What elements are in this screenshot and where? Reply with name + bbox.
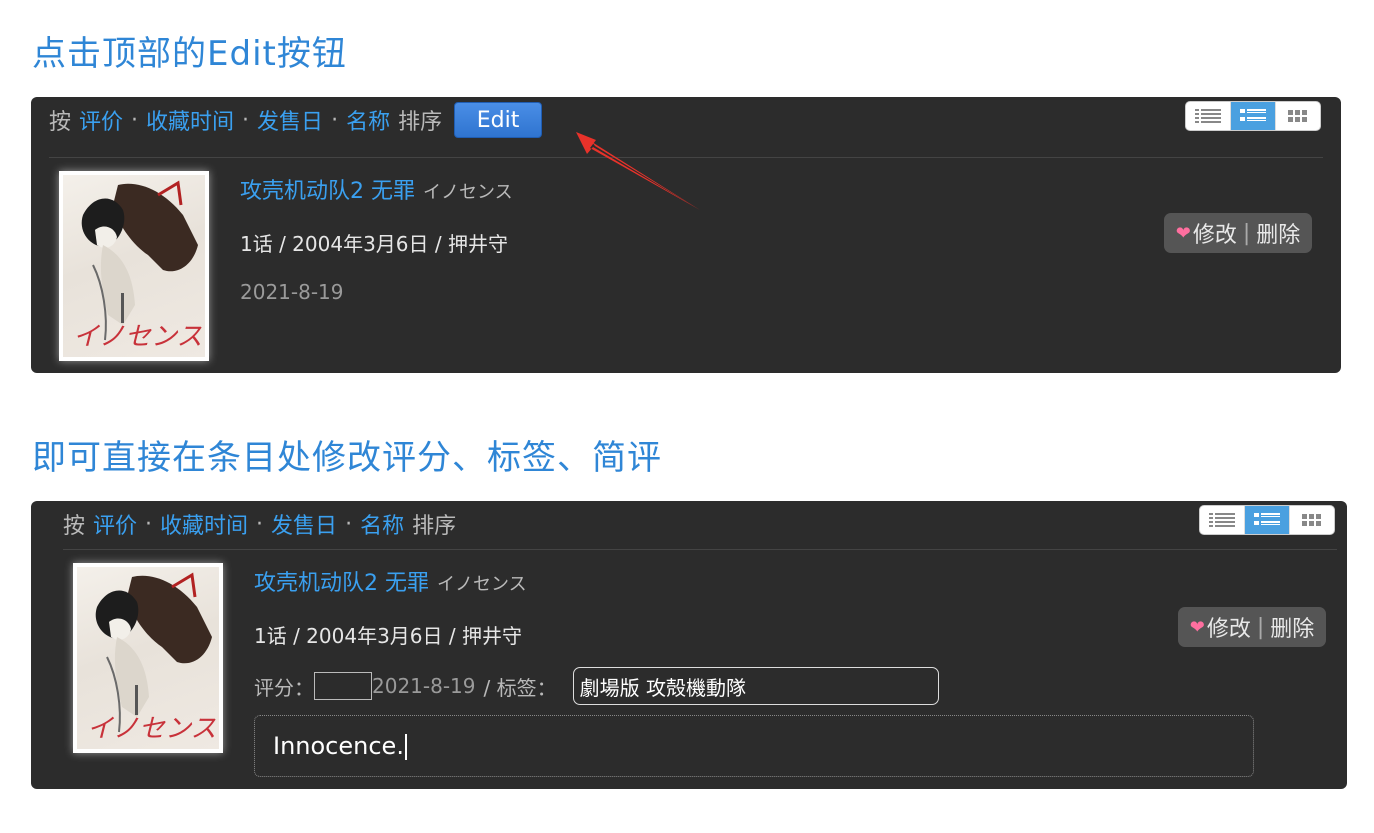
item-collect-date: 2021-8-19 — [372, 674, 476, 698]
delete-item-link[interactable]: 删除 — [1270, 611, 1314, 643]
comment-text: Innocence. — [273, 732, 404, 760]
cover-image[interactable]: イノセンス — [73, 563, 223, 753]
delete-item-link[interactable]: 删除 — [1256, 217, 1300, 249]
sort-by-collect-time[interactable]: 收藏时间 — [146, 104, 234, 136]
tags-input[interactable]: 劇場版 攻殻機動隊 — [572, 667, 939, 705]
edit-item-link[interactable]: 修改 — [1207, 611, 1251, 643]
edit-item-link[interactable]: 修改 — [1193, 217, 1237, 249]
sort-by-rating[interactable]: 评价 — [93, 508, 137, 540]
detail-list-icon — [1240, 109, 1266, 121]
grid-view-button[interactable] — [1290, 506, 1334, 534]
sort-separator: · — [256, 511, 264, 537]
sort-by-name[interactable]: 名称 — [360, 508, 404, 540]
annotation-arrow — [576, 132, 700, 210]
sort-separator: · — [331, 107, 339, 133]
cover-illustration: イノセンス — [73, 180, 202, 352]
item-actions: ❤ 修改 | 删除 — [1178, 607, 1326, 647]
edit-row: 评分： 2021-8-19 / 标签： 劇場版 攻殻機動隊 — [254, 667, 939, 705]
text-caret — [404, 734, 407, 760]
sort-separator: · — [145, 511, 153, 537]
sort-prefix: 按 — [49, 110, 72, 135]
heading-step-one: 点击顶部的Edit按钮 — [32, 34, 347, 74]
list-icon — [1209, 513, 1235, 527]
cover-art: イノセンス — [63, 175, 205, 357]
item-title-link[interactable]: 攻壳机动队2 无罪 — [254, 571, 429, 596]
heart-icon: ❤ — [1189, 616, 1205, 638]
rating-input[interactable] — [314, 672, 372, 700]
sort-bar: 按 评价 · 收藏时间 · 发售日 · 名称 排序 — [63, 501, 456, 547]
comment-textarea[interactable]: Innocence. — [254, 715, 1254, 777]
edit-button[interactable]: Edit — [454, 102, 543, 138]
detail-view-button[interactable] — [1231, 102, 1276, 130]
item-title-row: 攻壳机动队2 无罪 イノセンス — [240, 173, 513, 205]
rating-label: 评分： — [254, 675, 314, 700]
collection-panel-edit: 按 评价 · 收藏时间 · 发售日 · 名称 排序 イノセンス 攻壳机动队2 无… — [31, 501, 1347, 789]
heart-icon: ❤ — [1175, 222, 1191, 244]
item-subtitle: イノセンス — [437, 574, 527, 595]
sort-by-release-date[interactable]: 发售日 — [271, 508, 337, 540]
item-subtitle: イノセンス — [423, 182, 513, 203]
sort-bar: 按 评价 · 收藏时间 · 发售日 · 名称 排序 Edit — [49, 97, 543, 143]
sort-by-name[interactable]: 名称 — [346, 104, 390, 136]
view-mode-toggle — [1199, 505, 1335, 535]
heading-step-two: 即可直接在条目处修改评分、标签、简评 — [32, 438, 662, 478]
divider — [63, 549, 1337, 550]
cover-title-text: イノセンス — [73, 322, 202, 352]
grid-icon — [1288, 110, 1307, 122]
grid-view-button[interactable] — [1276, 102, 1320, 130]
grid-icon — [1302, 514, 1321, 526]
sort-by-collect-time[interactable]: 收藏时间 — [160, 508, 248, 540]
sort-by-release-date[interactable]: 发售日 — [257, 104, 323, 136]
item-collect-date: 2021-8-19 — [240, 280, 344, 304]
detail-view-button[interactable] — [1245, 506, 1290, 534]
action-separator: | — [1242, 220, 1251, 246]
item-title-link[interactable]: 攻壳机动队2 无罪 — [240, 179, 415, 204]
sort-prefix: 按 — [63, 514, 86, 539]
item-title-row: 攻壳机动队2 无罪 イノセンス — [254, 565, 527, 597]
sort-suffix: 排序 — [398, 110, 443, 135]
sort-separator: · — [242, 107, 250, 133]
cover-art: イノセンス — [77, 567, 219, 749]
item-info: 1话 / 2004年3月6日 / 押井守 — [254, 624, 522, 648]
sort-by-rating[interactable]: 评价 — [79, 104, 123, 136]
item-actions: ❤ 修改 | 删除 — [1164, 213, 1312, 253]
cover-title-text: イノセンス — [87, 714, 216, 744]
sort-separator: · — [345, 511, 353, 537]
item-info: 1话 / 2004年3月6日 / 押井守 — [240, 232, 508, 256]
tags-label: / 标签： — [483, 675, 557, 700]
cover-image[interactable]: イノセンス — [59, 171, 209, 361]
list-icon — [1195, 109, 1221, 123]
action-separator: | — [1256, 614, 1265, 640]
list-view-button[interactable] — [1186, 102, 1231, 130]
view-mode-toggle — [1185, 101, 1321, 131]
sort-separator: · — [131, 107, 139, 133]
detail-list-icon — [1254, 513, 1280, 525]
cover-illustration: イノセンス — [87, 572, 216, 744]
sort-suffix: 排序 — [412, 514, 457, 539]
list-view-button[interactable] — [1200, 506, 1245, 534]
